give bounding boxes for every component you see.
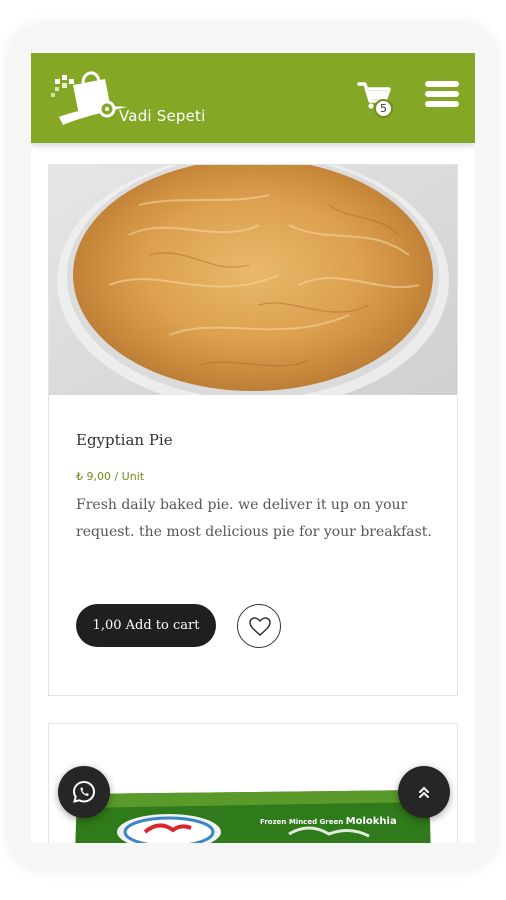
product-name[interactable]: Egyptian Pie (76, 431, 173, 449)
cart-button[interactable]: 5 (357, 81, 397, 121)
product-description: Fresh daily baked pie. we deliver it up … (76, 497, 432, 540)
whatsapp-button[interactable] (58, 766, 110, 818)
cart-count-badge: 5 (374, 99, 393, 118)
product-card: Frozen Minced Green Molokhia (48, 723, 458, 843)
scroll-to-top-button[interactable] (398, 766, 450, 818)
site-header: Vadi Sepeti 5 (31, 53, 475, 143)
package-label: Frozen Minced Green Molokhia (260, 816, 397, 827)
double-chevron-up-icon (419, 786, 429, 798)
whatsapp-icon (72, 780, 96, 803)
add-to-cart-button[interactable]: 1,00 Add to cart (76, 604, 216, 647)
product-image[interactable] (49, 165, 457, 395)
hamburger-menu-icon[interactable] (425, 81, 459, 111)
brand-name[interactable]: Vadi Sepeti (119, 107, 206, 125)
heart-icon (249, 617, 271, 636)
screen: Vadi Sepeti 5 Egyptian Pie ₺ 9,00 / Unit… (31, 53, 475, 843)
wishlist-button[interactable] (237, 604, 281, 648)
product-price: ₺ 9,00 / Unit (76, 470, 145, 483)
product-card: Egyptian Pie ₺ 9,00 / Unit Fresh daily b… (48, 164, 458, 696)
